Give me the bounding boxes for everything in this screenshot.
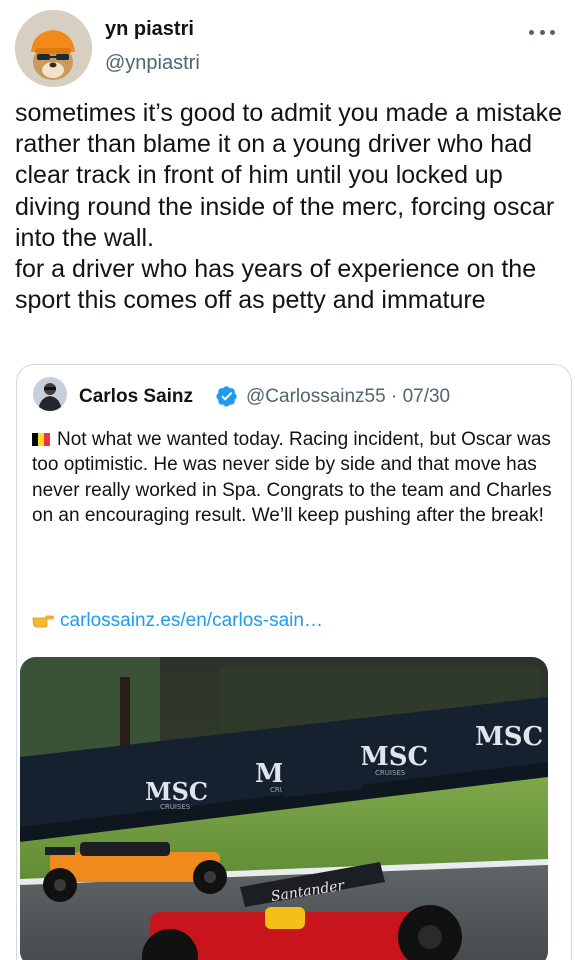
tweet-text: sometimes it’s good to admit you made a … [15, 99, 563, 315]
author-avatar[interactable] [15, 10, 92, 87]
quoted-tweet-card[interactable]: Carlos Sainz @Carlossainz55 · 07/30 Not … [16, 364, 572, 960]
quoted-tweet-link[interactable]: carlossainz.es/en/carlos-sain… [32, 610, 323, 632]
quoted-author-meta: @Carlossainz55 · 07/30 [246, 386, 450, 408]
quoted-author-avatar[interactable] [33, 377, 67, 411]
sponsor-subtext-1: CRUISES [160, 803, 191, 811]
author-handle[interactable]: @ynpiastri [105, 52, 200, 75]
sponsor-logo-1: MSC [145, 777, 208, 806]
author-name[interactable]: yn piastri [105, 18, 194, 41]
link-text[interactable]: carlossainz.es/en/carlos-sain… [60, 610, 323, 631]
sponsor-logo-3: MSC [360, 742, 428, 772]
quoted-author-handle[interactable]: @Carlossainz55 [246, 386, 386, 407]
more-options-icon[interactable] [529, 22, 555, 42]
quoted-tweet-date[interactable]: 07/30 [403, 386, 451, 407]
pointing-hand-icon [32, 615, 54, 628]
sponsor-logo-4: MSC [475, 722, 543, 752]
quoted-tweet-body: Not what we wanted today. Racing inciden… [32, 429, 552, 526]
quoted-tweet-text: Not what we wanted today. Racing inciden… [32, 427, 552, 528]
quoted-author-name[interactable]: Carlos Sainz [79, 386, 193, 408]
meta-separator: · [390, 386, 398, 407]
verified-badge-icon [216, 386, 237, 407]
sponsor-subtext-3: CRUISES [375, 769, 406, 777]
belgium-flag-icon [32, 433, 50, 446]
quoted-tweet-photo[interactable]: MSC MSC MSC MSC CRUISES CRUISES CRUISES … [20, 657, 548, 960]
tweet: yn piastri @ynpiastri sometimes it’s goo… [0, 0, 575, 960]
